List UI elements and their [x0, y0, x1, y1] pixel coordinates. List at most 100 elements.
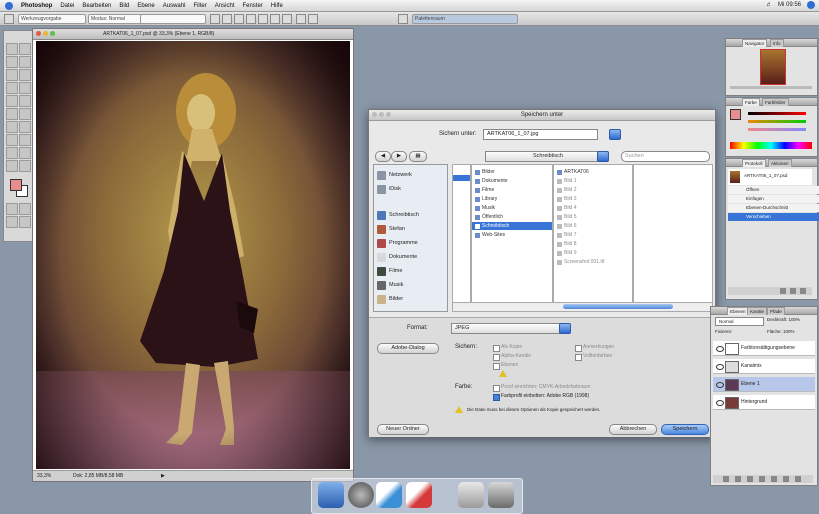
- option-icon-3[interactable]: [234, 14, 244, 24]
- layer-row-selected[interactable]: Ebene 1: [713, 377, 815, 392]
- jump-to-imageready-icon[interactable]: [19, 216, 31, 228]
- list-item[interactable]: Bild 5: [557, 213, 577, 221]
- new-document-icon[interactable]: [790, 288, 796, 294]
- quick-mask-off-icon[interactable]: [6, 203, 18, 215]
- embed-profile-checkbox[interactable]: [493, 394, 500, 401]
- adobe-dialog-button[interactable]: Adobe-Dialog: [377, 343, 439, 354]
- option-icon-9[interactable]: [308, 14, 318, 24]
- history-step[interactable]: Ebenen-Durchschnitt: [728, 204, 819, 212]
- spot-colors-checkbox[interactable]: [575, 354, 582, 361]
- menu-app[interactable]: Photoshop: [17, 3, 56, 9]
- eyedropper-tool-icon[interactable]: [6, 160, 18, 172]
- sidebar-item-pictures[interactable]: Bilder: [377, 293, 403, 305]
- options-field[interactable]: [140, 14, 206, 24]
- sidebar-item-network[interactable]: Netzwerk: [377, 169, 412, 181]
- slice-tool-icon[interactable]: [19, 69, 31, 81]
- palette-well[interactable]: Palettenraum: [412, 14, 518, 24]
- menu-bearbeiten[interactable]: Bearbeiten: [78, 3, 115, 9]
- save-button[interactable]: Speichern: [661, 424, 709, 435]
- scroll-thumb[interactable]: [563, 304, 673, 309]
- blend-mode-select[interactable]: Normal: [715, 317, 764, 326]
- browser-horizontal-scrollbar[interactable]: [452, 302, 713, 312]
- sidebar-item-applications[interactable]: Programme: [377, 237, 418, 249]
- sidebar-item-home[interactable]: Stefan: [377, 223, 405, 235]
- stamp-tool-icon[interactable]: [6, 95, 18, 107]
- new-folder-button[interactable]: Neuer Ordner: [377, 424, 429, 435]
- eye-icon[interactable]: [716, 364, 724, 370]
- format-popup-icon[interactable]: [559, 323, 571, 334]
- list-item[interactable]: Screenshot 001.tif: [557, 258, 604, 266]
- trash-dock-icon[interactable]: [488, 482, 514, 508]
- tab-channels[interactable]: Kanäle: [747, 307, 768, 315]
- close-icon[interactable]: [36, 31, 41, 36]
- list-item[interactable]: Bild 1: [557, 177, 577, 185]
- tool-preset-icon[interactable]: [4, 14, 14, 24]
- tab-actions[interactable]: Aktionen: [768, 159, 792, 167]
- tab-paths[interactable]: Pfade: [767, 307, 785, 315]
- tab-swatches[interactable]: Farbfelder: [762, 98, 789, 106]
- history-step[interactable]: Einfügen: [728, 195, 819, 203]
- opacity-field[interactable]: Deckkraft: 100%: [767, 317, 800, 322]
- apple-menu-icon[interactable]: [5, 1, 13, 10]
- marquee-tool-icon[interactable]: [19, 43, 31, 55]
- path-select-icon[interactable]: [19, 134, 31, 146]
- back-button[interactable]: ◀: [375, 151, 391, 162]
- location-select[interactable]: Schreibtisch: [485, 151, 608, 162]
- history-step[interactable]: Öffnen: [728, 186, 819, 194]
- dashboard-dock-icon[interactable]: [348, 482, 374, 508]
- option-icon-1[interactable]: [210, 14, 220, 24]
- cancel-button[interactable]: Abbrechen: [609, 424, 657, 435]
- eye-icon[interactable]: [716, 346, 724, 352]
- eye-icon[interactable]: [716, 400, 724, 406]
- layer-row[interactable]: Kanalmix: [713, 359, 815, 374]
- hand-tool-icon[interactable]: [19, 160, 31, 172]
- list-item[interactable]: Bild 3: [557, 195, 577, 203]
- finder-dock-icon[interactable]: [318, 482, 344, 508]
- status-arrow-icon[interactable]: ▶: [161, 471, 165, 481]
- as-copy-checkbox[interactable]: [493, 345, 500, 352]
- browser-column-3[interactable]: ARTKAT06 Bild 1 Bild 2 Bild 3 Bild 4 Bil…: [553, 164, 633, 303]
- color-ramp[interactable]: [730, 142, 812, 149]
- trash-icon[interactable]: [795, 476, 801, 482]
- eye-icon[interactable]: [716, 382, 724, 388]
- list-item[interactable]: Öffentlich: [475, 213, 503, 221]
- layer-mask-icon[interactable]: [747, 476, 753, 482]
- list-item[interactable]: Bilder: [475, 168, 495, 176]
- list-item[interactable]: Bild 9: [557, 249, 577, 257]
- spotlight-icon[interactable]: [807, 1, 815, 9]
- zoom-icon[interactable]: [50, 31, 55, 36]
- layers-checkbox[interactable]: [493, 363, 500, 370]
- browser-column-1[interactable]: [452, 164, 471, 303]
- dodge-tool-icon[interactable]: [6, 121, 18, 133]
- quick-mask-on-icon[interactable]: [19, 203, 31, 215]
- list-item[interactable]: Bild 7: [557, 231, 577, 239]
- list-item[interactable]: Bild 4: [557, 204, 577, 212]
- eraser-tool-icon[interactable]: [6, 108, 18, 120]
- tab-layers[interactable]: Ebenen: [727, 307, 749, 315]
- green-slider[interactable]: [748, 120, 806, 123]
- sidebar-item-documents[interactable]: Dokumente: [377, 251, 417, 263]
- notes-tool-icon[interactable]: [19, 147, 31, 159]
- option-icon-8[interactable]: [296, 14, 306, 24]
- preview-dock-icon[interactable]: [458, 482, 484, 508]
- list-item-selected[interactable]: Schreibtisch: [472, 222, 552, 230]
- blue-slider[interactable]: [748, 128, 806, 131]
- red-slider[interactable]: [748, 112, 806, 115]
- trash-icon[interactable]: [800, 288, 806, 294]
- palette-well-icon[interactable]: [398, 14, 408, 24]
- history-brush-icon[interactable]: [19, 95, 31, 107]
- browser-column-4[interactable]: [633, 164, 713, 303]
- volume-icon[interactable]: ♬: [766, 2, 772, 8]
- list-item[interactable]: Web-Sites: [475, 231, 505, 239]
- sidebar-item-idisk[interactable]: iDisk: [377, 183, 401, 195]
- option-icon-7[interactable]: [282, 14, 292, 24]
- list-item[interactable]: Bild 2: [557, 186, 577, 194]
- link-icon[interactable]: [723, 476, 729, 482]
- sidebar-item-music[interactable]: Musik: [377, 279, 403, 291]
- canvas-image[interactable]: [36, 41, 350, 469]
- menu-filter[interactable]: Filter: [189, 3, 210, 9]
- expand-dialog-button[interactable]: [609, 129, 621, 140]
- list-item[interactable]: ARTKAT06: [557, 168, 589, 176]
- move-tool-icon[interactable]: [6, 43, 18, 55]
- navigator-thumbnail[interactable]: [760, 49, 786, 85]
